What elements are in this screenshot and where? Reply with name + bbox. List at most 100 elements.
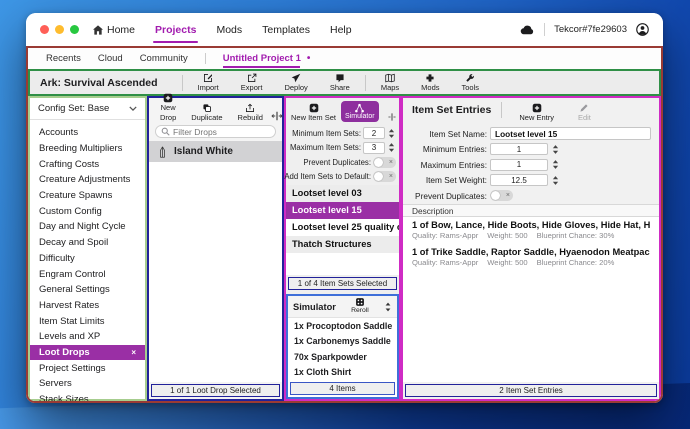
account-name[interactable]: Tekcor#7fe29603 xyxy=(554,24,627,35)
sidebar-item-levels-and-xp[interactable]: Levels and XP xyxy=(30,329,145,345)
export-button[interactable]: Export xyxy=(234,73,270,92)
min-entries-value[interactable]: 1 xyxy=(490,143,548,155)
tab-community[interactable]: Community xyxy=(140,48,188,69)
sidebar-item-decay-and-spoil[interactable]: Decay and Spoil xyxy=(30,235,145,251)
item-set-weight-stepper[interactable] xyxy=(551,174,560,186)
pane-resize-handle[interactable] xyxy=(387,112,397,122)
tab-recents[interactable]: Recents xyxy=(46,48,81,69)
menu-home[interactable]: Home xyxy=(93,13,135,46)
item-set-weight-value[interactable]: 12.5 xyxy=(490,174,548,186)
sidebar-item-stack-sizes[interactable]: Stack Sizes xyxy=(30,392,145,403)
import-button[interactable]: Import xyxy=(191,73,226,92)
sidebar-item-engram-control[interactable]: Engram Control xyxy=(30,266,145,282)
item-sets-toolbar: New Item Set Simulator xyxy=(286,98,399,124)
pane-resize-icon xyxy=(271,110,283,122)
entry-meta: Quality: Rams-Appr Weight: 500 Blueprint… xyxy=(412,231,650,240)
sidebar-item-breeding-multipliers[interactable]: Breeding Multipliers xyxy=(30,141,145,157)
sidebar-item-harvest-rates[interactable]: Harvest Rates xyxy=(30,298,145,314)
simulator-result-list: 1x Procoptodon Saddle 1x Carbonemys Sadd… xyxy=(288,318,397,380)
item-set-row[interactable]: Thatch Structures xyxy=(286,236,399,253)
sidebar-item-item-stat-limits[interactable]: Item Stat Limits xyxy=(30,313,145,329)
simulator-result-row[interactable]: 1x Cloth Shirt xyxy=(288,365,397,381)
simulator-result-row[interactable]: 1x Carbonemys Saddle xyxy=(288,334,397,350)
close-icon[interactable]: × xyxy=(131,348,136,357)
duplicate-label: Duplicate xyxy=(191,113,222,122)
entry-prevent-duplicates-toggle[interactable]: × xyxy=(490,190,513,201)
filter-drops-input[interactable] xyxy=(173,127,270,137)
toggle-off-icon: × xyxy=(389,172,393,181)
menu-help[interactable]: Help xyxy=(330,13,352,46)
new-entry-button[interactable]: New Entry xyxy=(512,103,561,122)
sidebar-item-creature-spawns[interactable]: Creature Spawns xyxy=(30,188,145,204)
sidebar-item-accounts[interactable]: Accounts xyxy=(30,125,145,141)
simulator-toggle-button[interactable]: Simulator xyxy=(341,101,379,122)
entry-meta: Quality: Rams-Appr Weight: 500 Blueprint… xyxy=(412,258,650,267)
close-window-button[interactable] xyxy=(40,25,49,34)
menu-templates[interactable]: Templates xyxy=(262,13,310,46)
sort-icon[interactable] xyxy=(384,302,392,312)
item-set-row[interactable]: Lootset level 25 quality only xyxy=(286,219,399,236)
deploy-button[interactable]: Deploy xyxy=(277,73,314,92)
min-item-sets-value[interactable]: 2 xyxy=(363,127,385,139)
plus-square-icon xyxy=(163,93,173,103)
mods-icon xyxy=(425,73,435,83)
sidebar-item-servers[interactable]: Servers xyxy=(30,376,145,392)
sidebar-item-project-settings[interactable]: Project Settings xyxy=(30,360,145,376)
simulator-result-row[interactable]: 70x Sparkpowder xyxy=(288,349,397,365)
deploy-label: Deploy xyxy=(284,83,307,92)
item-set-name-input[interactable] xyxy=(490,127,651,140)
prevent-duplicates-toggle[interactable]: × xyxy=(373,157,396,168)
stepper-icon xyxy=(388,142,395,153)
tools-button[interactable]: Tools xyxy=(455,73,487,92)
filter-drops-field[interactable] xyxy=(155,125,276,138)
max-item-sets-stepper[interactable] xyxy=(387,142,396,154)
new-drop-button[interactable]: New Drop xyxy=(153,93,183,122)
cloud-sync-icon[interactable] xyxy=(520,25,535,35)
duplicate-button[interactable]: Duplicate xyxy=(184,103,229,122)
mods-button[interactable]: Mods xyxy=(414,73,446,92)
menubar-divider xyxy=(544,23,545,36)
menu-projects[interactable]: Projects xyxy=(155,13,196,46)
zoom-window-button[interactable] xyxy=(70,25,79,34)
sidebar-item-loot-drops[interactable]: Loot Drops × xyxy=(30,345,145,361)
sidebar-item-difficulty[interactable]: Difficulty xyxy=(30,251,145,267)
entry-row[interactable]: 1 of Trike Saddle, Raptor Saddle, Hyaeno… xyxy=(403,244,659,269)
pane-resize-handle[interactable] xyxy=(271,110,283,122)
item-set-list: Lootset level 03 Lootset level 15 Lootse… xyxy=(286,185,399,276)
sidebar-item-custom-config[interactable]: Custom Config xyxy=(30,203,145,219)
config-set-selector[interactable]: Config Set: Base xyxy=(30,98,145,120)
account-icon[interactable] xyxy=(636,23,649,36)
share-button[interactable]: Share xyxy=(323,73,357,92)
item-set-row-selected[interactable]: Lootset level 15 xyxy=(286,202,399,219)
simulator-header: Simulator Reroll xyxy=(288,296,397,318)
minimize-window-button[interactable] xyxy=(55,25,64,34)
min-entries-stepper[interactable] xyxy=(551,143,560,155)
min-entries-label: Minimum Entries: xyxy=(411,144,487,154)
sidebar-item-day-and-night-cycle[interactable]: Day and Night Cycle xyxy=(30,219,145,235)
edit-entry-button[interactable]: Edit xyxy=(571,103,598,122)
share-icon xyxy=(335,73,345,83)
sidebar-item-general-settings[interactable]: General Settings xyxy=(30,282,145,298)
description-column-header[interactable]: Description xyxy=(403,204,659,217)
entry-row[interactable]: 1 of Bow, Lance, Hide Boots, Hide Gloves… xyxy=(403,217,659,242)
entries-header: Item Set Entries New Entry Edit xyxy=(403,98,659,124)
loot-drop-list: Island White xyxy=(149,141,282,382)
tab-cloud[interactable]: Cloud xyxy=(98,48,123,69)
menu-mods[interactable]: Mods xyxy=(216,13,242,46)
loot-drop-row-island-white[interactable]: Island White xyxy=(149,141,282,162)
max-item-sets-value[interactable]: 3 xyxy=(363,142,385,154)
min-item-sets-stepper[interactable] xyxy=(387,127,396,139)
item-set-row[interactable]: Lootset level 03 xyxy=(286,185,399,202)
maps-button[interactable]: Maps xyxy=(374,73,406,92)
max-entries-stepper[interactable] xyxy=(551,159,560,171)
reroll-button[interactable]: Reroll xyxy=(351,297,369,315)
add-item-sets-default-toggle[interactable]: × xyxy=(373,171,396,182)
sidebar-item-creature-adjustments[interactable]: Creature Adjustments xyxy=(30,172,145,188)
max-entries-value[interactable]: 1 xyxy=(490,159,548,171)
tab-untitled-project[interactable]: Untitled Project 1 • xyxy=(223,48,311,69)
desktop-background: Home Projects Mods Templates Help Tekco xyxy=(0,0,690,429)
new-item-set-button[interactable]: New Item Set xyxy=(288,103,339,122)
simulator-result-row[interactable]: 1x Procoptodon Saddle xyxy=(288,318,397,334)
rebuild-button[interactable]: Rebuild xyxy=(231,103,270,122)
sidebar-item-crafting-costs[interactable]: Crafting Costs xyxy=(30,156,145,172)
